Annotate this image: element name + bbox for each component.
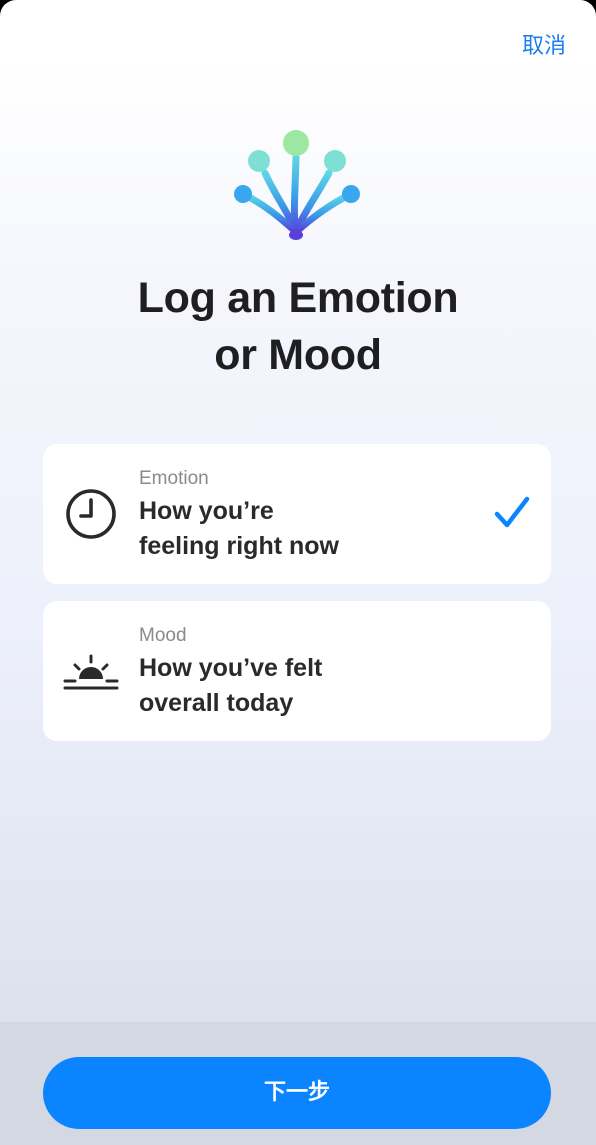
option-description: How you’re feeling right now <box>139 494 339 564</box>
option-label: Emotion <box>139 468 209 489</box>
option-label: Mood <box>139 625 187 646</box>
cancel-button[interactable]: 取消 <box>522 28 566 60</box>
option-description-line-2: feeling right now <box>139 532 339 560</box>
clock-icon <box>66 489 116 539</box>
option-description: How you’ve felt overall today <box>139 651 322 721</box>
option-emotion[interactable]: Emotion How you’re feeling right now <box>43 444 551 584</box>
title-line-1: Log an Emotion <box>137 274 459 322</box>
page-title: Log an Emotion or Mood <box>0 270 596 384</box>
sunrise-icon <box>63 654 119 690</box>
next-button[interactable]: 下一步 <box>43 1057 551 1129</box>
title-line-2: or Mood <box>214 331 382 379</box>
checkmark-icon <box>494 496 530 528</box>
option-mood[interactable]: Mood How you’ve felt overall today <box>43 601 551 741</box>
log-mood-sheet: 取消 Log an Emotion or Mood Emotion How yo… <box>0 0 596 1145</box>
option-description-line-1: How you’re <box>139 497 274 525</box>
option-description-line-2: overall today <box>139 689 294 717</box>
option-description-line-1: How you’ve felt <box>139 654 323 682</box>
state-of-mind-icon <box>234 130 360 240</box>
